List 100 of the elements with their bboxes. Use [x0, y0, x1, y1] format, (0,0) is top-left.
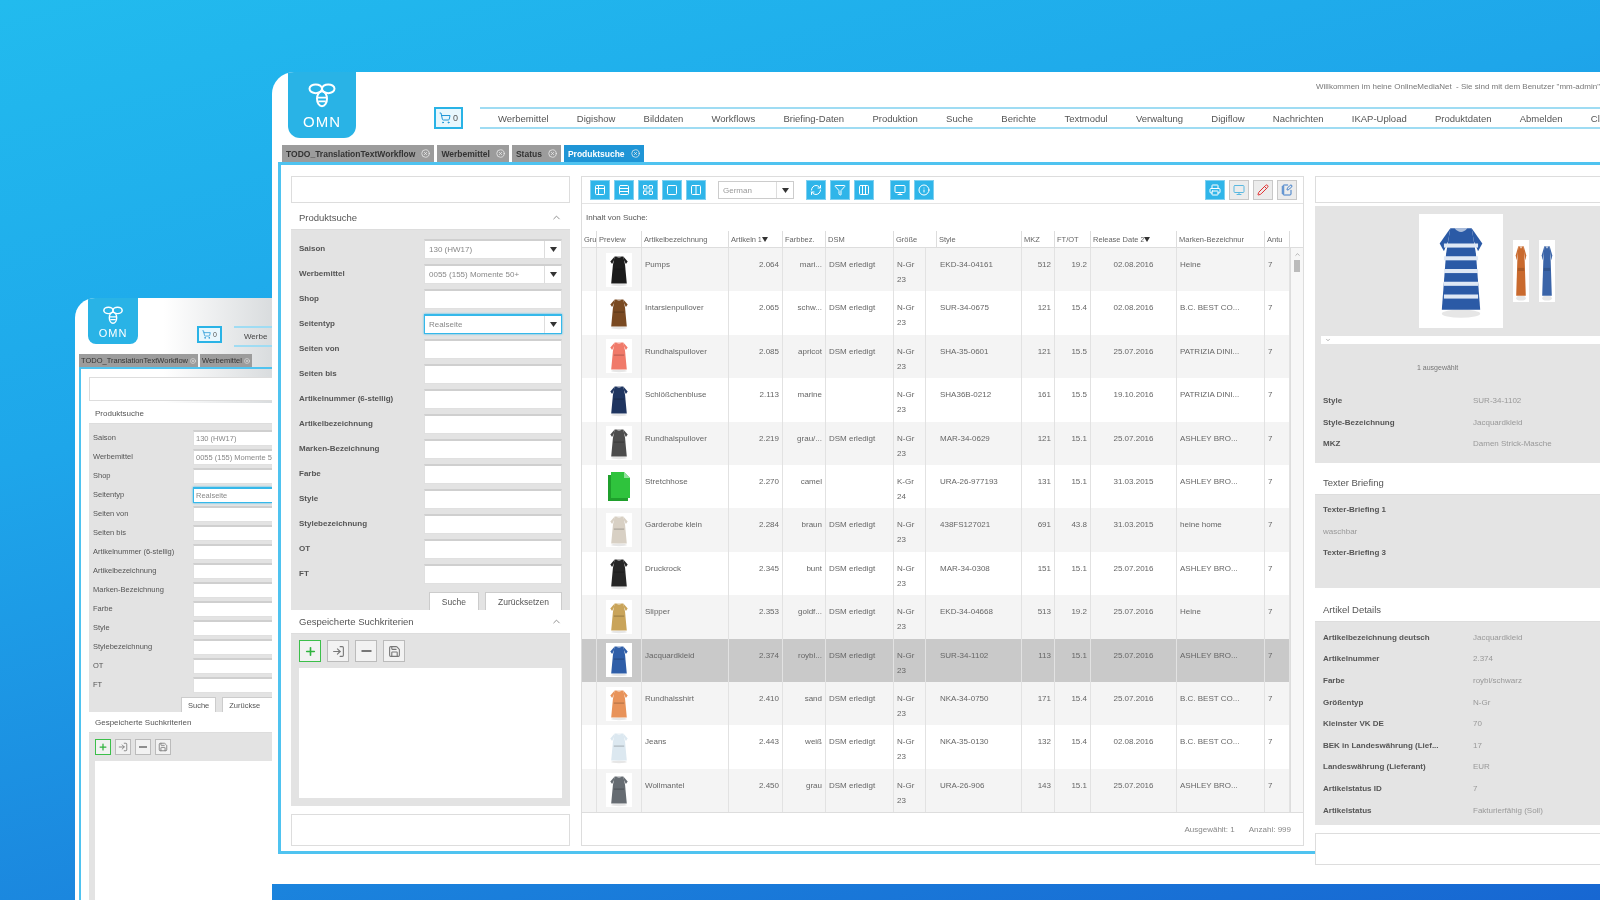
remove-button[interactable] [135, 739, 151, 755]
import-button[interactable] [115, 739, 131, 755]
column-layout-button[interactable] [854, 180, 874, 200]
table-cell: Schlößchenbluse [645, 390, 707, 400]
screen-button[interactable] [1229, 180, 1249, 200]
input-field[interactable] [193, 600, 272, 617]
detail-value: 70 [1473, 719, 1482, 729]
cart-button[interactable]: 0 [434, 107, 463, 129]
field-label: Stylebezeichnung [299, 519, 368, 528]
table-row[interactable]: Rundhalsshirt 2.410 sand DSM erledigt N-Gr 23 NKA-34-0750 171 15.4 25.07.2016 B.C. BEST CO... 7 [582, 681, 1290, 726]
table-row[interactable]: Jacquardkleid 2.374 roybl... DSM erledigt N-Gr 23 SUR-34-1102 113 15.1 25.07.2016 ASHLEY BRO... 7 [582, 638, 1290, 682]
table-button[interactable] [590, 180, 610, 200]
chevron-icon[interactable] [1325, 337, 1331, 343]
square-button[interactable] [662, 180, 682, 200]
monitor-button[interactable] [890, 180, 910, 200]
menu-item[interactable]: Abmelden [1519, 112, 1563, 124]
table-row[interactable]: Slipper 2.353 goldf... DSM erledigt N-Gr 23 EKD-34-04668 513 19.2 25.07.2016 Heine 7 [582, 595, 1290, 639]
print-button[interactable] [1205, 180, 1225, 200]
scroll-up-icon[interactable] [1293, 251, 1301, 258]
input-field[interactable] [424, 463, 562, 484]
grid-button[interactable] [638, 180, 658, 200]
rows-button[interactable] [614, 180, 634, 200]
input-field[interactable] [424, 413, 562, 434]
tab[interactable]: Produktsuche [563, 145, 644, 162]
menu-item[interactable]: Nachrichten [1272, 112, 1324, 124]
input-field[interactable] [424, 363, 562, 384]
tab[interactable]: Werbemittel [437, 145, 509, 162]
menu-item[interactable]: Werbemittel [498, 112, 549, 124]
select-field[interactable]: 0055 (155) Momente 50+ [424, 263, 562, 284]
input-field[interactable] [193, 638, 272, 655]
refresh-button[interactable] [806, 180, 826, 200]
input-field[interactable] [424, 563, 562, 584]
gallery-scrollbar[interactable] [1321, 336, 1600, 344]
menu-item[interactable]: Digiflow [1211, 112, 1245, 124]
select-field[interactable]: 130 (HW17) [424, 238, 562, 259]
table-row[interactable]: Pumps 2.064 mari... DSM erledigt N-Gr 23 EKD-34-04161 512 19.2 02.08.2016 Heine 7 [582, 248, 1290, 292]
input-field[interactable] [424, 513, 562, 534]
menu-item[interactable]: Berichte [1001, 112, 1037, 124]
save-button[interactable] [155, 739, 171, 755]
import-button[interactable] [327, 640, 349, 662]
input-field[interactable] [424, 438, 562, 459]
add-button[interactable] [95, 739, 111, 755]
menu-item[interactable]: IKAP-Upload [1351, 112, 1407, 124]
close-icon[interactable] [495, 149, 505, 158]
input-field[interactable] [424, 388, 562, 409]
input-field[interactable] [193, 505, 272, 522]
table-cell: NKA-35-0130 [940, 737, 989, 747]
table-cell: URA-26-906 [940, 780, 985, 790]
add-button[interactable] [299, 640, 321, 662]
menu-item[interactable]: Produktdaten [1434, 112, 1492, 124]
table-row[interactable]: Wollmantel 2.450 grau DSM erledigt N-Gr 23 URA-26-906 143 15.1 25.07.2016 ASHLEY BRO... 7 [582, 768, 1290, 813]
form-button[interactable]: Zurücksetzen [484, 592, 562, 610]
scrollbar[interactable] [1290, 248, 1303, 812]
menu-item[interactable]: Cl [1590, 112, 1600, 124]
select-field[interactable]: Realseite [424, 313, 562, 334]
input-field[interactable] [193, 524, 272, 541]
input-field[interactable] [193, 543, 272, 560]
notepad-button[interactable] [1277, 180, 1297, 200]
form-button[interactable]: Suche [428, 592, 479, 610]
scrollbar-thumb[interactable] [1294, 260, 1300, 272]
table-cell: DSM erledigt [829, 737, 876, 747]
column-layout-icon [858, 184, 870, 196]
input-field[interactable] [193, 562, 272, 579]
close-icon[interactable] [421, 149, 431, 158]
menu-item[interactable]: Textmodul [1064, 112, 1108, 124]
menu-item[interactable]: Suche [946, 112, 974, 124]
input-field[interactable] [424, 538, 562, 559]
info-button[interactable] [914, 180, 934, 200]
table-cell: N-Gr 23 [897, 693, 915, 718]
close-icon[interactable] [630, 149, 640, 158]
close-icon[interactable] [243, 357, 250, 364]
save-button[interactable] [383, 640, 405, 662]
menu-item[interactable]: Briefing-Daten [783, 112, 845, 124]
menu-item[interactable]: Produktion [872, 112, 918, 124]
menu-item[interactable]: Verwaltung [1136, 112, 1183, 124]
tab[interactable]: Status [511, 145, 561, 162]
field-label: Seiten bis [299, 369, 338, 378]
table-row[interactable]: Rundhalspullover 2.219 grau/... DSM erledigt N-Gr 23 MAR-34-0629 121 15.1 25.07.2016 ASHLEY BRO... 7 [582, 421, 1290, 465]
input-field[interactable] [424, 488, 562, 509]
section-title: Texter Briefing [1323, 476, 1384, 488]
menu-item[interactable]: Workflows [711, 112, 756, 124]
table-row[interactable]: Garderobe klein 2.284 braun DSM erledigt N-Gr 23 438FS127021 691 43.8 31.03.2015 heine home 7 [582, 508, 1290, 552]
input-field[interactable] [424, 338, 562, 359]
pencil-button[interactable] [1253, 180, 1273, 200]
remove-button[interactable] [355, 640, 377, 662]
menu-item[interactable]: Digishow [576, 112, 616, 124]
table-row[interactable]: Rundhalspullover 2.085 apricot DSM erledigt N-Gr 23 SHA-35-0601 121 15.5 25.07.2016 PATRIZIA DINI... 7 [582, 334, 1290, 379]
tab[interactable]: TODO_TranslationTextWorkflow [282, 145, 435, 162]
columns-button[interactable] [686, 180, 706, 200]
close-icon[interactable] [547, 149, 557, 158]
input-field[interactable] [424, 288, 562, 309]
menu-item[interactable]: Werbe [243, 332, 268, 341]
close-icon[interactable] [190, 357, 196, 364]
input-field[interactable] [193, 676, 272, 693]
input-field[interactable] [193, 619, 272, 636]
menu-item[interactable]: Bilddaten [643, 112, 684, 124]
input-field[interactable] [193, 581, 272, 598]
input-field[interactable] [193, 657, 272, 674]
filter-button[interactable] [830, 180, 850, 200]
input-field[interactable] [193, 467, 272, 484]
